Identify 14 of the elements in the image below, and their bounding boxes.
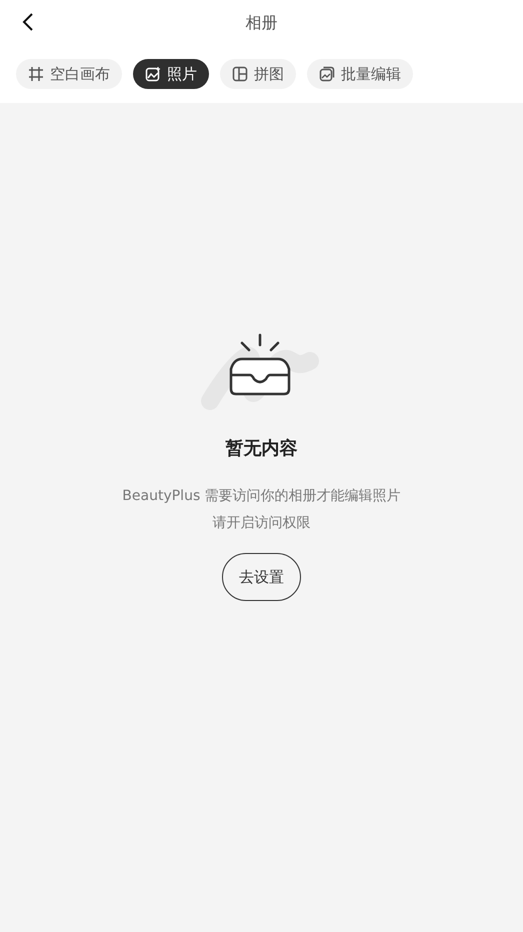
stacked-photos-icon — [319, 66, 335, 82]
tab[interactable]: 空白画布 — [16, 59, 122, 89]
page-title: 相册 — [246, 12, 278, 34]
grid-icon — [28, 66, 44, 82]
settings-button[interactable]: 去设置 — [222, 553, 301, 601]
photo-icon — [145, 66, 161, 82]
collage-icon — [232, 66, 248, 82]
tab[interactable]: 批量编辑 — [307, 59, 413, 89]
tab[interactable]: 拼图 — [220, 59, 296, 89]
empty-title: 暂无内容 — [226, 437, 298, 461]
tab[interactable]: 照片 — [133, 59, 209, 89]
message-text: BeautyPlus 需要访问你的相册才能编辑照片 — [122, 487, 401, 506]
back-icon[interactable] — [22, 13, 34, 31]
message-text: 请开启访问权限 — [212, 514, 310, 533]
